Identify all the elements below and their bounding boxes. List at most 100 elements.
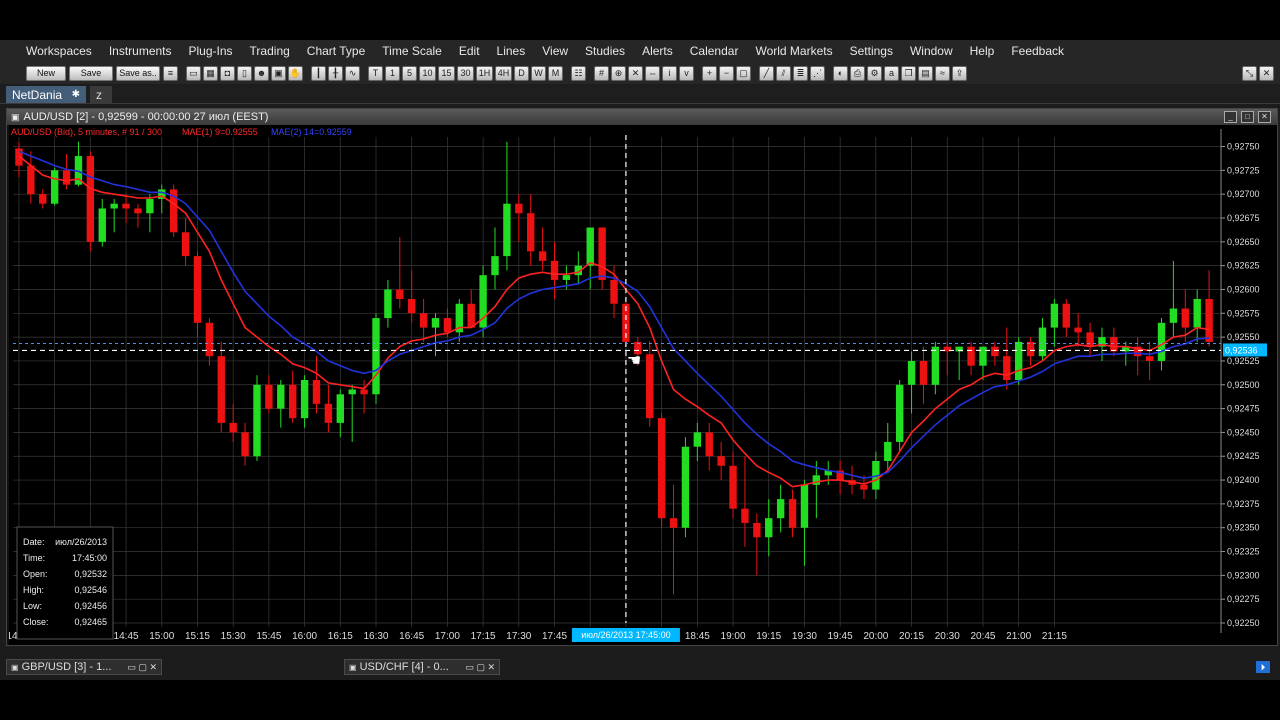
candle-body	[669, 518, 678, 528]
menu-instruments[interactable]: Instruments	[109, 44, 172, 58]
zoom-in-icon[interactable]: +	[702, 65, 717, 81]
menu-help[interactable]: Help	[970, 44, 995, 58]
time-tick-label: 19:15	[756, 631, 781, 642]
candle-body	[967, 346, 975, 366]
menu-world-markets[interactable]: World Markets	[755, 44, 832, 58]
user-icon[interactable]: ☻	[254, 65, 269, 81]
close-tab-icon[interactable]: ✱	[72, 89, 80, 100]
save-button[interactable]: Save	[69, 65, 113, 81]
candle-body	[134, 208, 142, 214]
timeframe-15-button[interactable]: 15	[438, 65, 455, 81]
candle-body	[1026, 341, 1035, 357]
info-value: 0,92532	[74, 569, 107, 579]
window-controls-icon[interactable]: ▭ ▢ ✕	[127, 662, 157, 673]
price-tick-label: 0,92300	[1227, 570, 1260, 580]
screenshot-icon[interactable]: ◘	[220, 65, 235, 81]
paste-icon[interactable]: ▤	[918, 65, 933, 81]
channel-icon[interactable]: ⫽	[776, 65, 791, 81]
timeframe-d-button[interactable]: D	[514, 65, 529, 81]
ohlc-icon[interactable]: ╂	[328, 65, 343, 81]
menu-calendar[interactable]: Calendar	[690, 44, 739, 58]
table-icon[interactable]: ▦	[203, 65, 218, 81]
legend-ma-slow: MAE(2) 14=0.92559	[271, 127, 352, 137]
maximize-icon[interactable]: □	[1241, 111, 1254, 123]
layout-icon[interactable]: ☷	[571, 65, 586, 81]
timeframe-1h-button[interactable]: 1H	[476, 65, 493, 81]
menu-workspaces[interactable]: Workspaces	[26, 44, 92, 58]
trendline-icon[interactable]: ╱	[759, 65, 774, 81]
price-chart[interactable]: 0,92750 0,92725 0,92700 0,92675 0,92650 0,926…	[9, 125, 1277, 645]
menu-window[interactable]: Window	[910, 44, 953, 58]
arrows-icon[interactable]: ⇔	[645, 65, 660, 81]
minimized-chart-usdchf[interactable]: ▣ USD/CHF [4] - 0... ▭ ▢ ✕	[344, 659, 500, 675]
save-as-button[interactable]: Save as..	[116, 65, 160, 81]
chart-window-icon[interactable]: ▭	[186, 65, 201, 81]
menu-alerts[interactable]: Alerts	[642, 44, 673, 58]
timeframe-10-button[interactable]: 10	[419, 65, 436, 81]
candle-body	[681, 446, 690, 528]
candle-body	[1050, 303, 1059, 328]
candle-body	[217, 356, 225, 423]
print-icon[interactable]: ⎙	[850, 65, 865, 81]
menu-settings[interactable]: Settings	[850, 44, 893, 58]
hand-icon[interactable]: ✋	[288, 65, 303, 81]
properties-icon[interactable]: ≡	[163, 65, 178, 81]
page-icon[interactable]: ▯	[237, 65, 252, 81]
menu-time-scale[interactable]: Time Scale	[382, 44, 442, 58]
workspace-tab-netdania[interactable]: NetDania ✱	[6, 86, 86, 103]
new-button[interactable]: New	[26, 65, 66, 81]
fan-icon[interactable]: ⋰	[810, 65, 825, 81]
zoom-out-icon[interactable]: −	[719, 65, 734, 81]
line-chart-icon[interactable]: ∿	[345, 65, 360, 81]
close-icon[interactable]: ✕	[1259, 65, 1274, 81]
candle-body	[396, 289, 404, 299]
info-label: Time:	[23, 553, 45, 563]
menu-edit[interactable]: Edit	[459, 44, 480, 58]
app-window: Workspaces Instruments Plug-Ins Trading Char…	[0, 40, 1280, 680]
workspace-tabs: NetDania ✱ z	[0, 85, 1280, 104]
image-icon[interactable]: ▣	[271, 65, 286, 81]
candle-body	[193, 256, 202, 323]
minimize-icon[interactable]: _	[1224, 111, 1237, 123]
workspace-tab-z[interactable]: z	[90, 86, 112, 103]
fibonacci-icon[interactable]: ≣	[793, 65, 808, 81]
menu-trading[interactable]: Trading	[250, 44, 290, 58]
settings-icon[interactable]: ⚙	[867, 65, 882, 81]
zoom-fit-icon[interactable]: ▢	[736, 65, 751, 81]
menu-studies[interactable]: Studies	[585, 44, 625, 58]
crosshair-icon[interactable]: ⊕	[611, 65, 626, 81]
timeframe-m-button[interactable]: M	[548, 65, 563, 81]
menu-view[interactable]: View	[542, 44, 568, 58]
time-tick-label: 15:00	[149, 631, 174, 642]
window-controls-icon[interactable]: ▭ ▢ ✕	[465, 662, 495, 673]
menu-feedback[interactable]: Feedback	[1011, 44, 1064, 58]
timeframe-1-button[interactable]: 1	[385, 65, 400, 81]
restore-icon[interactable]: ⤡	[1242, 65, 1257, 81]
delete-icon[interactable]: ✕	[628, 65, 643, 81]
timeframe-4h-button[interactable]: 4H	[495, 65, 512, 81]
candle-body	[717, 456, 725, 466]
indicator-icon[interactable]: ≈	[935, 65, 950, 81]
palette-icon[interactable]: ◐	[833, 65, 848, 81]
bar-chart-icon[interactable]: ┃	[311, 65, 326, 81]
menu-lines[interactable]: Lines	[497, 44, 526, 58]
export-icon[interactable]: ⇪	[952, 65, 967, 81]
timeframe-5-button[interactable]: 5	[402, 65, 417, 81]
abc-icon[interactable]: a	[884, 65, 899, 81]
minimized-chart-gbpusd[interactable]: ▣ GBP/USD [3] - 1... ▭ ▢ ✕	[6, 659, 162, 675]
menu-chart-type[interactable]: Chart Type	[307, 44, 365, 58]
candle-body	[776, 499, 785, 519]
timeframe-w-button[interactable]: W	[531, 65, 546, 81]
volume-icon[interactable]: v	[679, 65, 694, 81]
candle	[372, 313, 380, 404]
info-label: Date:	[23, 537, 45, 547]
scroll-right-icon[interactable]: ⏵	[1256, 661, 1270, 673]
chart-title-bar[interactable]: ▣ AUD/USD [2] - 0,92599 - 00:00:00 27 ию…	[7, 109, 1277, 125]
close-icon[interactable]: ✕	[1258, 111, 1271, 123]
timeframe-30-button[interactable]: 30	[457, 65, 474, 81]
info-icon[interactable]: i	[662, 65, 677, 81]
menu-plug-ins[interactable]: Plug-Ins	[189, 44, 233, 58]
copy-icon[interactable]: ❐	[901, 65, 916, 81]
grid-icon[interactable]: #	[594, 65, 609, 81]
text-tool-icon[interactable]: T	[368, 65, 383, 81]
